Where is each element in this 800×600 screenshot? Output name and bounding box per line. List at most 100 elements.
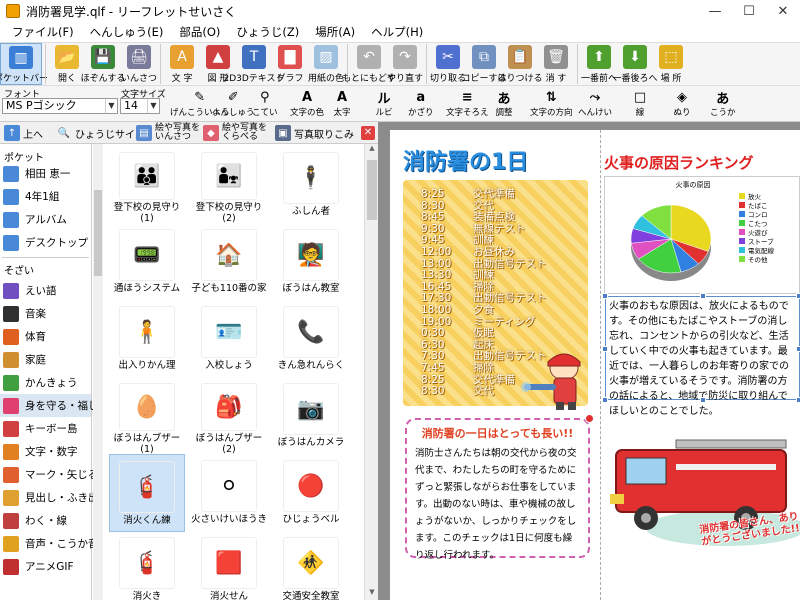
scroll-thumb[interactable] xyxy=(94,190,102,276)
clipart-item[interactable]: 👨‍👧 登下校の見守り(2) xyxy=(191,146,267,224)
fill-tool[interactable]: ◈ ぬり xyxy=(672,88,692,119)
resize-handle[interactable] xyxy=(602,293,608,299)
scroll-up-icon[interactable]: ▲ xyxy=(365,144,379,156)
delete-button[interactable]: 🗑 消 す xyxy=(538,43,574,85)
tree-item[interactable]: デスクトップ xyxy=(0,231,91,254)
compare-images-button[interactable]: ◆ 絵や写真を くらべる xyxy=(203,124,267,142)
clipart-item[interactable]: 🧯 消火くん練 xyxy=(109,454,185,532)
ruby-tool[interactable]: ルルビ xyxy=(374,88,394,119)
tree-item[interactable]: わく・線 xyxy=(0,509,91,532)
fix-tool[interactable]: ⚲ こてい xyxy=(252,88,278,119)
clipart-item[interactable]: 🪪 入校しょう xyxy=(191,300,267,378)
scroll-thumb[interactable] xyxy=(367,160,377,220)
clipart-item[interactable]: 📷 ぼうはんカメラ xyxy=(273,377,349,455)
print-button[interactable]: 🖨 いんさつ xyxy=(121,43,157,85)
clipart-item[interactable]: 🧑‍🏫 ぼうはん教室 xyxy=(273,223,349,301)
document-title[interactable]: 消防署の1日 xyxy=(403,144,528,176)
tree-item[interactable]: 身を守る・福し xyxy=(0,394,99,417)
clipart-thumbnail: 🧯 xyxy=(119,461,175,513)
tree-item[interactable]: アニメGIF xyxy=(0,555,91,578)
resize-handle[interactable] xyxy=(602,397,608,403)
tree-item[interactable]: 音声・こうか音 xyxy=(0,532,99,555)
clipart-item[interactable]: 👪 登下校の見守り(1) xyxy=(109,146,185,224)
clipart-item[interactable]: 📟 通ほうシステム xyxy=(109,223,185,301)
tree-item[interactable]: マーク・矢じるし xyxy=(0,463,109,486)
legend-label: こたつ xyxy=(748,220,768,228)
menu-item[interactable]: ひょうじ(Z) xyxy=(228,24,307,40)
pocket-bar-button[interactable]: ▥ ポケットバー xyxy=(0,43,48,85)
resize-handle[interactable] xyxy=(700,397,706,403)
resize-handle[interactable] xyxy=(796,293,800,299)
tree-item[interactable]: 体育 xyxy=(0,325,91,348)
rotate-handle[interactable] xyxy=(585,414,594,423)
clipart-item[interactable]: 🔴 ひじょうベル xyxy=(273,454,349,532)
resize-handle[interactable] xyxy=(602,346,608,352)
tree-item[interactable]: キーボー島 xyxy=(0,417,91,440)
resize-handle[interactable] xyxy=(796,397,800,403)
clipart-item[interactable]: 🏠 子ども110番の家 xyxy=(191,223,267,301)
clipart-item[interactable]: 🕴 ふしん者 xyxy=(273,146,349,224)
adjust-tool[interactable]: あ調整 xyxy=(494,88,514,119)
undo-button[interactable]: ↶ もとにもどす xyxy=(342,43,396,85)
menu-item[interactable]: ファイル(F) xyxy=(4,24,82,40)
resize-handle[interactable] xyxy=(700,293,706,299)
align-tool[interactable]: ≡ 文字そろえ xyxy=(446,88,489,119)
tree-item[interactable]: 相田 恵一 xyxy=(0,162,91,185)
bold-tool[interactable]: A 太字 xyxy=(332,88,352,119)
menu-item[interactable]: ヘルプ(H) xyxy=(363,24,431,40)
pie-chart[interactable]: 火事の原因 放火 たばこ コンロ こたつ 火遊び ストーブ 電気配線 その他 xyxy=(604,176,800,294)
menu-item[interactable]: へんしゅう(E) xyxy=(82,24,172,40)
paper-color-button[interactable]: ▨ 用紙の色 xyxy=(308,43,344,85)
clipart-item[interactable]: 🧍 出入りかん理 xyxy=(109,300,185,378)
grid-scrollbar[interactable]: ▲ ▼ xyxy=(364,144,378,600)
tree-item[interactable]: 文字・数字 xyxy=(0,440,91,463)
clipart-item[interactable]: 🎒 ぼうはんブザー(2) xyxy=(191,377,267,455)
line-tool[interactable]: □ 線 xyxy=(630,88,650,119)
paste-button[interactable]: 📋 はりつける xyxy=(497,43,543,85)
open-button[interactable]: 📂 開く xyxy=(49,43,85,85)
send-back-button[interactable]: ⬇ 一番後ろへ xyxy=(613,43,658,85)
menu-item[interactable]: 場所(A) xyxy=(307,24,363,40)
tree-item[interactable]: 音楽 xyxy=(0,302,91,325)
text-2d3d-button[interactable]: T 2D3Dテキスト xyxy=(223,43,285,85)
clipart-item[interactable]: ⚪ 火さいけいほうき xyxy=(191,454,267,532)
duty-textbox[interactable]: 消防署の一日はとっても長い!! 消防士さんたちは朝の交代から夜の交代まで、わたし… xyxy=(405,418,590,561)
font-select[interactable]: MS Pゴシック ▼ xyxy=(2,98,118,114)
text-button[interactable]: A 文 字 xyxy=(164,43,200,85)
close-button[interactable]: ✕ xyxy=(766,0,800,22)
position-button[interactable]: ⬚ 場 所 xyxy=(653,43,689,85)
graph-button[interactable]: ▇ グラフ xyxy=(272,43,308,85)
minimize-button[interactable]: — xyxy=(698,0,732,22)
clipart-item[interactable]: 🟥 消火せん xyxy=(191,531,267,600)
body-textbox[interactable]: 火事のおもな原因は、放火によるものです。その他にもたばこやストーブの消し忘れ、コ… xyxy=(605,296,800,417)
size-select[interactable]: 14 ▼ xyxy=(120,98,160,114)
tree-item[interactable]: 見出し・ふき出し xyxy=(0,486,109,509)
transform-tool[interactable]: ⤳ へんけい xyxy=(578,88,612,119)
clipart-item[interactable]: 🧯 消火き xyxy=(109,531,185,600)
scroll-down-icon[interactable]: ▼ xyxy=(365,588,379,600)
edit-tool[interactable]: ✐ へんしゅう xyxy=(212,88,255,119)
tree-item[interactable]: 家庭 xyxy=(0,348,91,371)
direction-tool[interactable]: ⇅ 文字の方向 xyxy=(530,88,573,119)
tree-scrollbar[interactable] xyxy=(93,144,103,600)
text-color-tool[interactable]: A 文字の色 xyxy=(290,88,324,119)
tree-item[interactable]: えい語 xyxy=(0,279,91,302)
close-pane-button[interactable]: ✕ xyxy=(361,126,375,140)
resize-handle[interactable] xyxy=(796,346,800,352)
tree-item[interactable]: アルバム xyxy=(0,208,91,231)
clipart-item[interactable]: 🚸 交通安全教室 xyxy=(273,531,349,600)
decoration-tool[interactable]: a かざり xyxy=(408,88,434,119)
effect-tool[interactable]: あこうか xyxy=(710,88,736,119)
import-photo-button[interactable]: ▣ 写真取りこみ xyxy=(275,124,354,142)
print-images-button[interactable]: ▤ 絵や写真を いんさつ xyxy=(136,124,200,142)
tree-item[interactable]: かんきょう xyxy=(0,371,91,394)
menu-item[interactable]: 部品(O) xyxy=(171,24,228,40)
save-button[interactable]: 💾 ほぞんする xyxy=(81,43,125,85)
maximize-button[interactable]: ☐ xyxy=(732,0,766,22)
tree-item[interactable]: 4年1組 xyxy=(0,185,91,208)
clipart-item[interactable]: 📞 きん急れんらく xyxy=(273,300,349,378)
clipart-item[interactable]: 🥚 ぼうはんブザー(1) xyxy=(109,377,185,455)
up-button[interactable]: ↑ 上へ xyxy=(4,124,43,142)
ranking-title[interactable]: 火事の原因ランキング xyxy=(604,152,754,173)
redo-button[interactable]: ↷ やり直す xyxy=(387,43,423,85)
